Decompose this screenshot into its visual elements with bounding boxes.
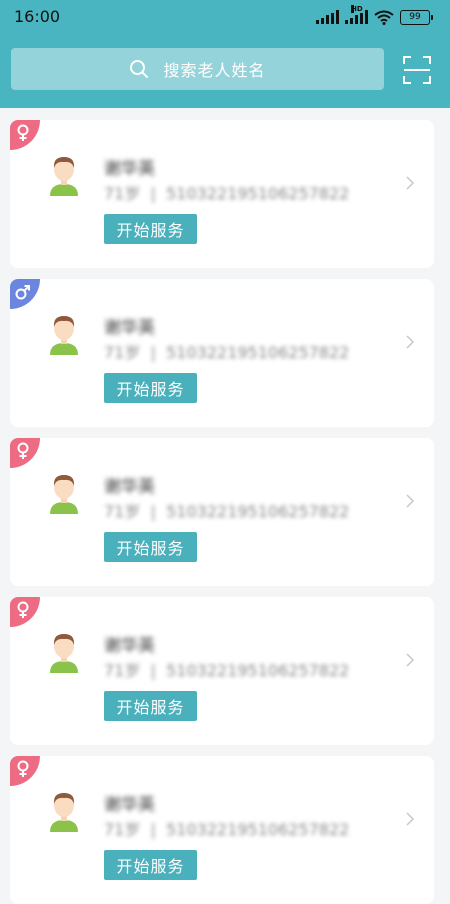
elder-id-number: 510322195106257822 [166, 661, 350, 680]
search-input[interactable]: 搜索老人姓名 [11, 48, 384, 90]
elder-card[interactable]: 谢华英 71岁 | 510322195106257822 开始服务 [10, 120, 434, 268]
avatar [50, 157, 78, 196]
status-icons: HD 99 [316, 5, 433, 26]
elder-card[interactable]: 谢华英 71岁 | 510322195106257822 开始服务 [10, 597, 434, 745]
female-icon [17, 442, 29, 459]
elder-name: 谢华英 [104, 636, 155, 656]
scan-icon[interactable] [402, 55, 432, 85]
elder-age: 71岁 [104, 184, 141, 203]
elder-id-number: 510322195106257822 [166, 502, 350, 521]
avatar [50, 316, 78, 355]
elder-info: 71岁 | 510322195106257822 [104, 820, 350, 839]
hd-signal-icon: HD [345, 5, 368, 24]
chevron-right-icon [406, 176, 415, 190]
female-icon [17, 124, 29, 141]
female-icon [17, 601, 29, 618]
elder-card[interactable]: 谢华英 71岁 | 510322195106257822 开始服务 [10, 279, 434, 427]
chevron-right-icon [406, 335, 415, 349]
search-icon [130, 60, 149, 78]
start-service-button[interactable]: 开始服务 [104, 532, 197, 562]
elder-id-number: 510322195106257822 [166, 343, 350, 362]
elder-age: 71岁 [104, 502, 141, 521]
status-time: 16:00 [14, 7, 61, 26]
male-badge [10, 279, 40, 309]
elder-age: 71岁 [104, 661, 141, 680]
start-service-button[interactable]: 开始服务 [104, 691, 197, 721]
elder-card[interactable]: 谢华英 71岁 | 510322195106257822 开始服务 [10, 438, 434, 586]
elder-info: 71岁 | 510322195106257822 [104, 343, 350, 362]
elder-name: 谢华英 [104, 159, 155, 179]
start-service-button[interactable]: 开始服务 [104, 373, 197, 403]
header: 16:00 HD 99 搜索老人姓名 [0, 0, 450, 108]
signal-icon [316, 10, 339, 24]
wifi-icon [374, 10, 394, 25]
female-badge [10, 756, 40, 786]
elder-name: 谢华英 [104, 795, 155, 815]
elder-info: 71岁 | 510322195106257822 [104, 502, 350, 521]
elder-age: 71岁 [104, 820, 141, 839]
hd-label: HD [351, 5, 363, 13]
chevron-right-icon [406, 812, 415, 826]
male-icon [15, 285, 30, 300]
start-service-button[interactable]: 开始服务 [104, 214, 197, 244]
female-badge [10, 120, 40, 150]
elder-id-number: 510322195106257822 [166, 820, 350, 839]
female-badge [10, 438, 40, 468]
chevron-right-icon [406, 653, 415, 667]
search-placeholder: 搜索老人姓名 [163, 61, 266, 80]
elder-id-number: 510322195106257822 [166, 184, 350, 203]
elder-card[interactable]: 谢华英 71岁 | 510322195106257822 开始服务 [10, 756, 434, 904]
elder-info: 71岁 | 510322195106257822 [104, 661, 350, 680]
avatar [50, 634, 78, 673]
chevron-right-icon [406, 494, 415, 508]
avatar [50, 475, 78, 514]
avatar [50, 793, 78, 832]
battery-icon: 99 [400, 9, 433, 25]
start-service-button[interactable]: 开始服务 [104, 850, 197, 880]
elder-age: 71岁 [104, 343, 141, 362]
elder-name: 谢华英 [104, 477, 155, 497]
female-badge [10, 597, 40, 627]
elder-info: 71岁 | 510322195106257822 [104, 184, 350, 203]
female-icon [17, 760, 29, 777]
status-bar: 16:00 HD 99 [0, 0, 450, 34]
elder-name: 谢华英 [104, 318, 155, 338]
